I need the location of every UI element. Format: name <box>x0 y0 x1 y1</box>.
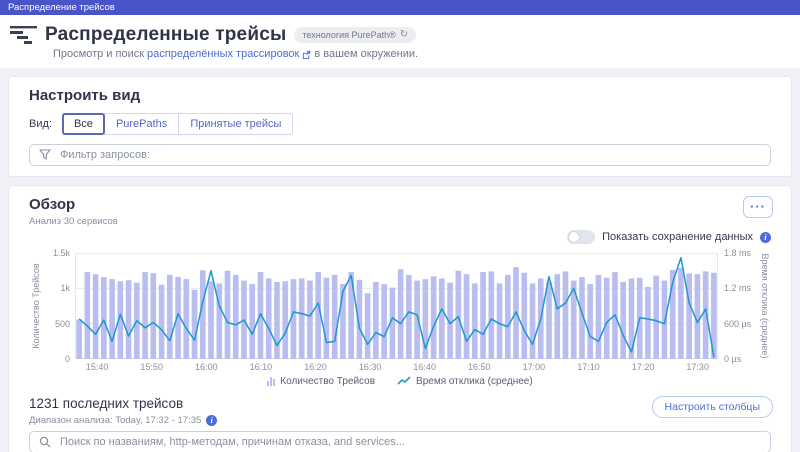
traces-doc-link[interactable]: распределённых трассировок <box>147 48 299 60</box>
axis-tick-label: 0 <box>65 354 70 364</box>
chart-svg <box>75 253 718 359</box>
x-tick-label: 16:30 <box>359 362 382 372</box>
topbar-title: Распределение трейсов <box>8 2 115 13</box>
traces-section-header: 1231 последних трейсов Диапазон анализа:… <box>29 396 771 426</box>
legend-item-traces[interactable]: Количество Трейсов <box>267 376 375 387</box>
x-tick-label: 16:20 <box>304 362 327 372</box>
overview-card: Обзор Анализ 30 сервисов ··· Показать со… <box>8 185 792 452</box>
page-title: Распределенные трейсы <box>45 24 286 46</box>
overview-subtitle: Анализ 30 сервисов <box>29 216 771 227</box>
configure-columns-button[interactable]: Настроить столбцы <box>652 396 773 418</box>
left-axis-ticks: 05001k1.5k <box>42 253 75 359</box>
toggle-label: Показать сохранение данных <box>602 231 753 243</box>
page-header: Распределенные трейсы технология PurePat… <box>0 15 800 68</box>
view-segmented-control: Все PurePaths Принятые трейсы <box>62 113 294 135</box>
trace-waterfall-icon <box>10 25 37 46</box>
left-axis-title: Количество Трейсов <box>29 253 42 359</box>
refresh-icon: ↻ <box>400 30 408 40</box>
technology-badge: технология PurePath® ↻ <box>294 27 416 43</box>
chart-plot-area[interactable] <box>75 253 718 359</box>
x-tick-label: 17:20 <box>632 362 655 372</box>
info-icon[interactable]: i <box>760 232 771 243</box>
bar-series-icon <box>267 377 275 386</box>
query-filter-input[interactable] <box>29 144 771 166</box>
axis-tick-label: 0 µs <box>724 354 741 364</box>
view-label: Вид: <box>29 118 52 130</box>
axis-tick-label: 1.8 ms <box>724 248 751 258</box>
x-tick-label: 15:50 <box>140 362 163 372</box>
data-retention-toggle[interactable] <box>567 230 595 244</box>
range-info-icon[interactable]: i <box>206 415 217 426</box>
x-tick-label: 16:10 <box>250 362 273 372</box>
x-tick-label: 15:40 <box>86 362 109 372</box>
configure-view-title: Настроить вид <box>29 87 771 104</box>
x-axis-labels: 15:40 15:50 16:00 16:10 16:20 16:30 16:40 16:50… <box>75 362 725 373</box>
filter-icon <box>39 149 51 161</box>
line-series-icon <box>397 376 411 386</box>
app-topbar: Распределение трейсов <box>0 0 800 15</box>
overview-title: Обзор <box>29 196 771 213</box>
axis-tick-label: 1.5k <box>53 248 70 258</box>
configure-view-card: Настроить вид Вид: Все PurePaths Приняты… <box>8 76 792 177</box>
overview-chart: Количество Трейсов 05001k1.5k 0 µs600 µs… <box>29 253 771 359</box>
right-axis-title: Время отклика (среднее) <box>758 253 771 359</box>
segment-purepaths[interactable]: PurePaths <box>104 113 179 135</box>
x-tick-label: 17:10 <box>577 362 600 372</box>
x-tick-label: 16:40 <box>413 362 436 372</box>
axis-tick-label: 1k <box>60 283 70 293</box>
segment-all[interactable]: Все <box>62 113 105 135</box>
x-tick-label: 17:00 <box>523 362 546 372</box>
right-axis-ticks: 0 µs600 µs1.2 ms1.8 ms <box>718 253 758 359</box>
search-icon <box>39 436 51 448</box>
x-tick-label: 17:30 <box>686 362 709 372</box>
overview-menu-button[interactable]: ··· <box>743 196 773 218</box>
external-link-icon <box>302 50 311 59</box>
x-tick-label: 16:00 <box>195 362 218 372</box>
axis-tick-label: 1.2 ms <box>724 283 751 293</box>
x-tick-label: 16:50 <box>468 362 491 372</box>
chart-legend: Количество Трейсов Время отклика (средне… <box>29 374 771 388</box>
segment-accepted-traces[interactable]: Принятые трейсы <box>178 113 293 135</box>
axis-tick-label: 600 µs <box>724 319 751 329</box>
legend-item-response-time[interactable]: Время отклика (среднее) <box>397 376 533 387</box>
page-subtitle: Просмотр и поиск распределённых трассиро… <box>53 48 790 60</box>
toggle-knob <box>568 231 580 243</box>
axis-tick-label: 500 <box>55 319 70 329</box>
traces-search-input[interactable] <box>29 431 771 452</box>
